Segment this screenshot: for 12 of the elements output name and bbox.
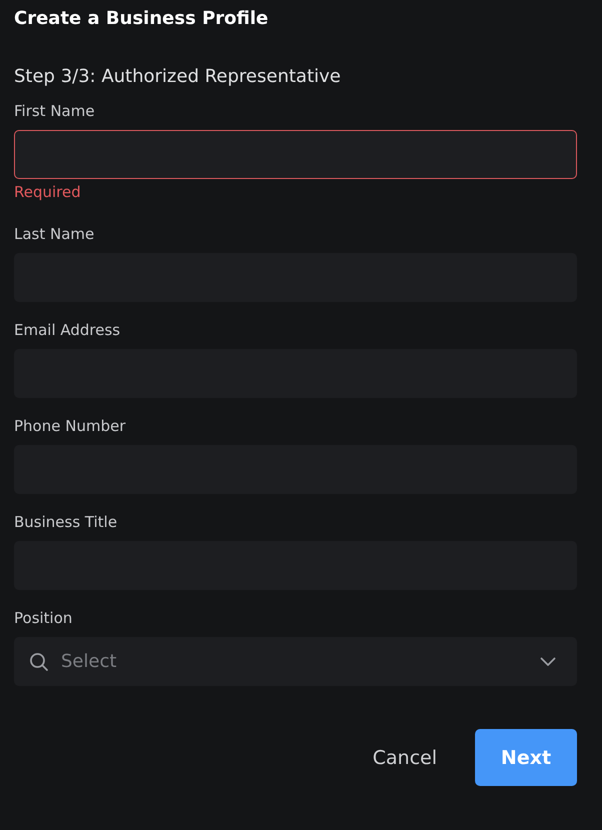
step-heading: Step 3/3: Authorized Representative [14, 65, 342, 89]
field-label: Phone Number [14, 416, 126, 436]
form-title: Create a Business Profile [14, 7, 270, 31]
field-label: Email Address [14, 320, 122, 340]
field-label: Position [14, 608, 74, 628]
error-message: Required [14, 182, 82, 202]
select-input[interactable]: Select [61, 651, 528, 672]
field-label: First Name [14, 101, 96, 121]
cancel-button[interactable]: Cancel [372, 746, 437, 768]
select-field[interactable]: Select [14, 637, 577, 686]
field-label: Business Title [14, 512, 118, 532]
field-label: Last Name [14, 224, 96, 244]
